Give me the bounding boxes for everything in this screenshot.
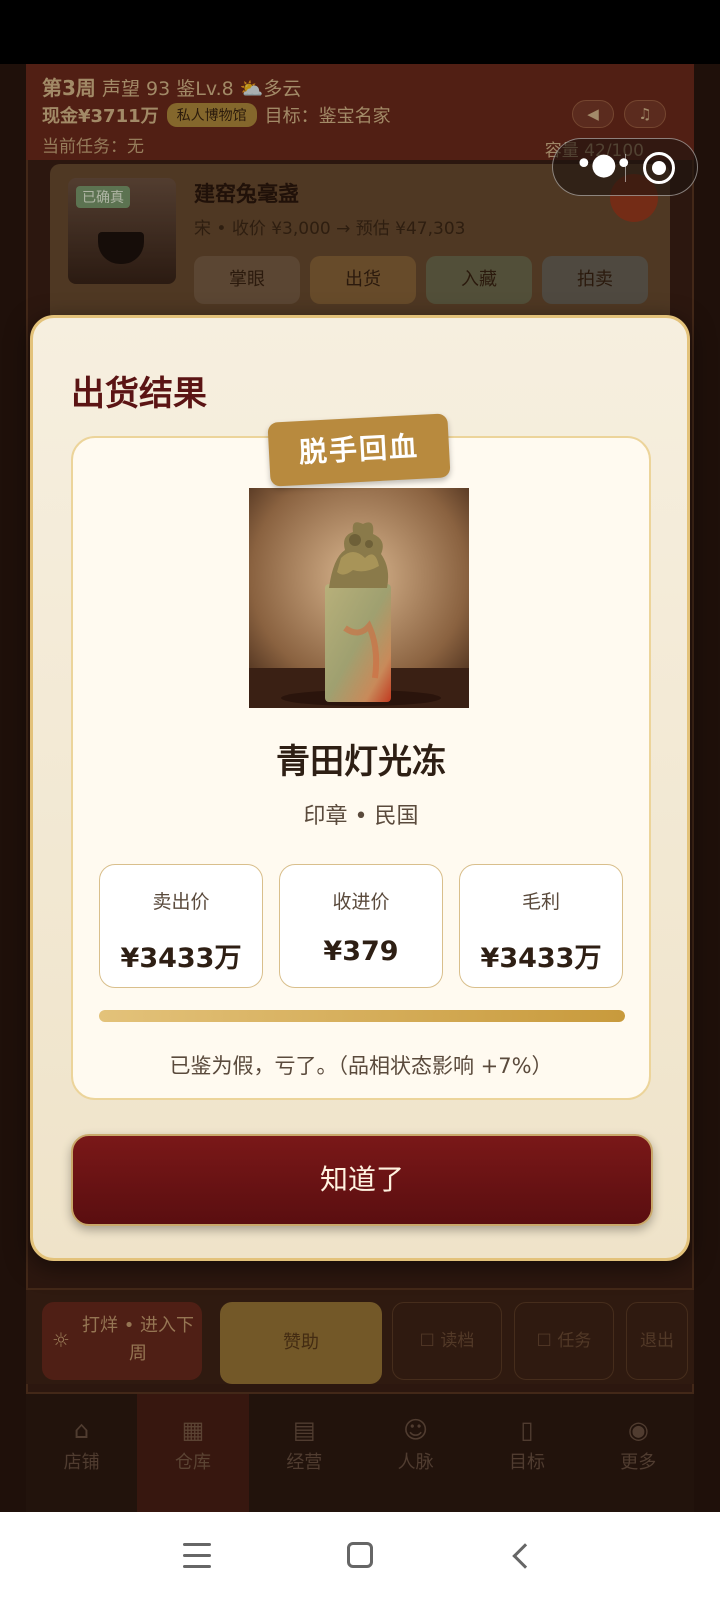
profit-progress-bar [99, 1010, 625, 1022]
stat-label: 毛利 [521, 891, 560, 913]
seal-photo [249, 488, 469, 708]
seal-image [249, 488, 469, 708]
home-icon[interactable] [347, 1542, 373, 1568]
stat-value: ¥3433万 [480, 943, 602, 974]
stat-label: 收进价 [332, 891, 390, 913]
back-icon[interactable] [512, 1543, 538, 1569]
sold-item-name: 青田灯光冻 [276, 742, 446, 782]
system-nav-bar [0, 1512, 720, 1600]
appraisal-verdict: 已鉴为假，亏了。（品相状态影响 +7%） [169, 1054, 553, 1078]
gross-profit-card: 毛利 ¥3433万 [459, 864, 623, 988]
stat-value: ¥3433万 [120, 943, 242, 974]
stat-label: 卖出价 [152, 891, 210, 913]
dialog-title: 出货结果 [71, 374, 207, 414]
sell-price-card: 卖出价 ¥3433万 [99, 864, 263, 988]
confirm-button[interactable]: 知道了 [71, 1134, 653, 1226]
stat-value: ¥379 [323, 936, 399, 967]
sale-result-dialog: 出货结果 脱手回血 青田灯光冻 印章 • 民国 卖出价 ¥3433万 收进价 ¥… [30, 315, 690, 1261]
capsule-divider [625, 154, 626, 182]
close-miniprogram-icon[interactable] [643, 152, 675, 184]
sold-item-meta: 印章 • 民国 [303, 804, 419, 829]
progress-fill [99, 1010, 625, 1022]
result-ribbon: 脱手回血 [267, 413, 451, 487]
recent-apps-icon[interactable] [183, 1543, 211, 1568]
result-card: 脱手回血 青田灯光冻 印章 • 民国 卖出价 ¥3433万 收进价 ¥379 毛… [71, 413, 651, 1100]
buy-price-card: 收进价 ¥379 [279, 864, 443, 988]
more-dots-icon[interactable]: •●• [575, 139, 633, 195]
miniprogram-capsule: •●• [552, 138, 698, 196]
